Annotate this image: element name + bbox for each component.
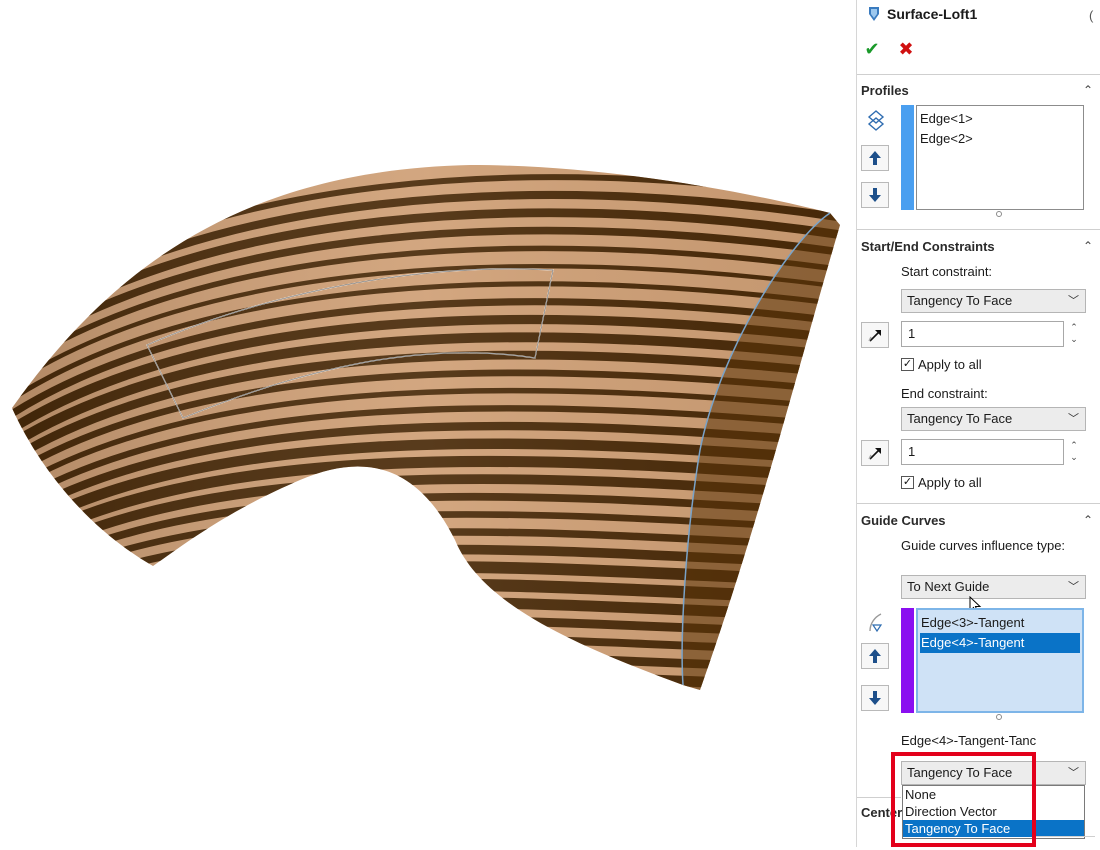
start-constraint-value: Tangency To Face	[907, 293, 1013, 308]
reverse-direction-icon	[868, 330, 881, 342]
guide-tangency-dropdown[interactable]: None Direction Vector Tangency To Face	[902, 785, 1085, 839]
guide-influence-label: Guide curves influence type:	[901, 538, 1066, 553]
arrow-up-icon	[869, 649, 881, 663]
move-up-button[interactable]	[861, 145, 889, 171]
property-manager-panel: Surface-Loft1 ( ✔ ✖ Profiles ⌃ Edge<1> E…	[856, 0, 1100, 847]
profiles-collapse-icon[interactable]: ⌃	[1081, 83, 1095, 97]
panel-footer-edge	[1035, 836, 1095, 847]
guides-color-bar	[901, 608, 914, 713]
feature-title: Surface-Loft1	[867, 6, 977, 22]
checkbox-checked-icon: ✓	[901, 358, 914, 371]
chevron-down-icon: ﹀	[1068, 295, 1079, 307]
start-apply-all-checkbox[interactable]: ✓ Apply to all	[901, 357, 982, 372]
x-icon: ✖	[898, 39, 914, 59]
list-item[interactable]: Edge<1>	[919, 109, 1081, 129]
arrow-down-icon	[869, 691, 881, 705]
dropdown-option-direction-vector[interactable]: Direction Vector	[903, 803, 1084, 820]
guide-influence-value: To Next Guide	[907, 579, 990, 594]
chevron-down-icon: ﹀	[1068, 581, 1079, 593]
guide-curves-header[interactable]: Guide Curves	[861, 513, 946, 528]
graphics-viewport[interactable]	[0, 0, 856, 847]
lofted-surface-model[interactable]	[0, 0, 856, 847]
guide-tangency-value: Tangency To Face	[907, 765, 1013, 780]
centerline-header[interactable]: Center	[861, 805, 902, 820]
start-tangent-length-input[interactable]: 1	[901, 321, 1064, 347]
end-direction-button[interactable]	[861, 440, 889, 466]
start-direction-button[interactable]	[861, 322, 889, 348]
end-apply-all-label: Apply to all	[918, 475, 982, 490]
end-length-spinner[interactable]: ⌃ ⌄	[1067, 439, 1081, 465]
start-apply-all-label: Apply to all	[918, 357, 982, 372]
zebra-stripe	[12, 650, 840, 690]
zebra-stripe	[12, 682, 840, 690]
chevron-down-icon: ﹀	[1068, 413, 1079, 425]
constraints-collapse-icon[interactable]: ⌃	[1081, 239, 1095, 253]
checkbox-checked-icon: ✓	[901, 476, 914, 489]
end-tangent-length-input[interactable]: 1	[901, 439, 1064, 465]
profiles-header[interactable]: Profiles	[861, 83, 909, 98]
end-constraint-value: Tangency To Face	[907, 411, 1013, 426]
section-divider	[857, 229, 1100, 230]
surface-loft-icon	[869, 7, 879, 21]
dropdown-option-none[interactable]: None	[903, 786, 1084, 803]
profiles-color-bar	[901, 105, 914, 210]
feature-title-text: Surface-Loft1	[887, 6, 978, 22]
guide-curve-selection-icon	[865, 611, 887, 633]
dropdown-option-tangency-to-face[interactable]: Tangency To Face	[903, 820, 1084, 837]
move-down-button[interactable]	[861, 182, 889, 208]
section-divider	[857, 503, 1100, 504]
profiles-list[interactable]: Edge<1> Edge<2>	[916, 105, 1084, 210]
chevron-down-icon: ﹀	[1068, 767, 1079, 779]
checkmark-icon: ✔	[864, 39, 880, 59]
resize-grip[interactable]	[996, 714, 1002, 720]
end-constraint-label: End constraint:	[901, 386, 988, 401]
start-length-spinner[interactable]: ⌃ ⌄	[1067, 321, 1081, 347]
section-divider	[857, 797, 901, 798]
list-item[interactable]: Edge<3>-Tangent	[920, 613, 1080, 633]
profile-selection-icon	[865, 108, 887, 132]
guide-tangency-select[interactable]: Tangency To Face ﹀	[901, 761, 1086, 785]
arrow-down-icon	[869, 188, 881, 202]
zebra-stripe	[12, 666, 840, 690]
guide-move-up-button[interactable]	[861, 643, 889, 669]
cancel-button[interactable]: ✖	[895, 38, 917, 60]
arrow-up-icon	[869, 151, 881, 165]
start-constraint-label: Start constraint:	[901, 264, 993, 279]
zebra-stripe	[12, 633, 840, 690]
guides-collapse-icon[interactable]: ⌃	[1081, 513, 1095, 527]
guide-influence-select[interactable]: To Next Guide ﹀	[901, 575, 1086, 599]
resize-grip[interactable]	[996, 211, 1002, 217]
end-constraint-select[interactable]: Tangency To Face ﹀	[901, 407, 1086, 431]
end-apply-all-checkbox[interactable]: ✓ Apply to all	[901, 475, 982, 490]
list-item[interactable]: Edge<4>-Tangent	[920, 633, 1080, 653]
guide-curves-list[interactable]: Edge<3>-Tangent Edge<4>-Tangent	[916, 608, 1084, 713]
guide-move-down-button[interactable]	[861, 685, 889, 711]
ok-button[interactable]: ✔	[861, 38, 883, 60]
list-item[interactable]: Edge<2>	[919, 129, 1081, 149]
reverse-direction-icon	[868, 448, 881, 460]
constraints-header[interactable]: Start/End Constraints	[861, 239, 995, 254]
panel-pin-icon[interactable]: (	[1089, 8, 1093, 23]
section-divider	[857, 74, 1100, 75]
start-constraint-select[interactable]: Tangency To Face ﹀	[901, 289, 1086, 313]
guide-tangency-label: Edge<4>-Tangent-Tanc	[901, 733, 1037, 748]
